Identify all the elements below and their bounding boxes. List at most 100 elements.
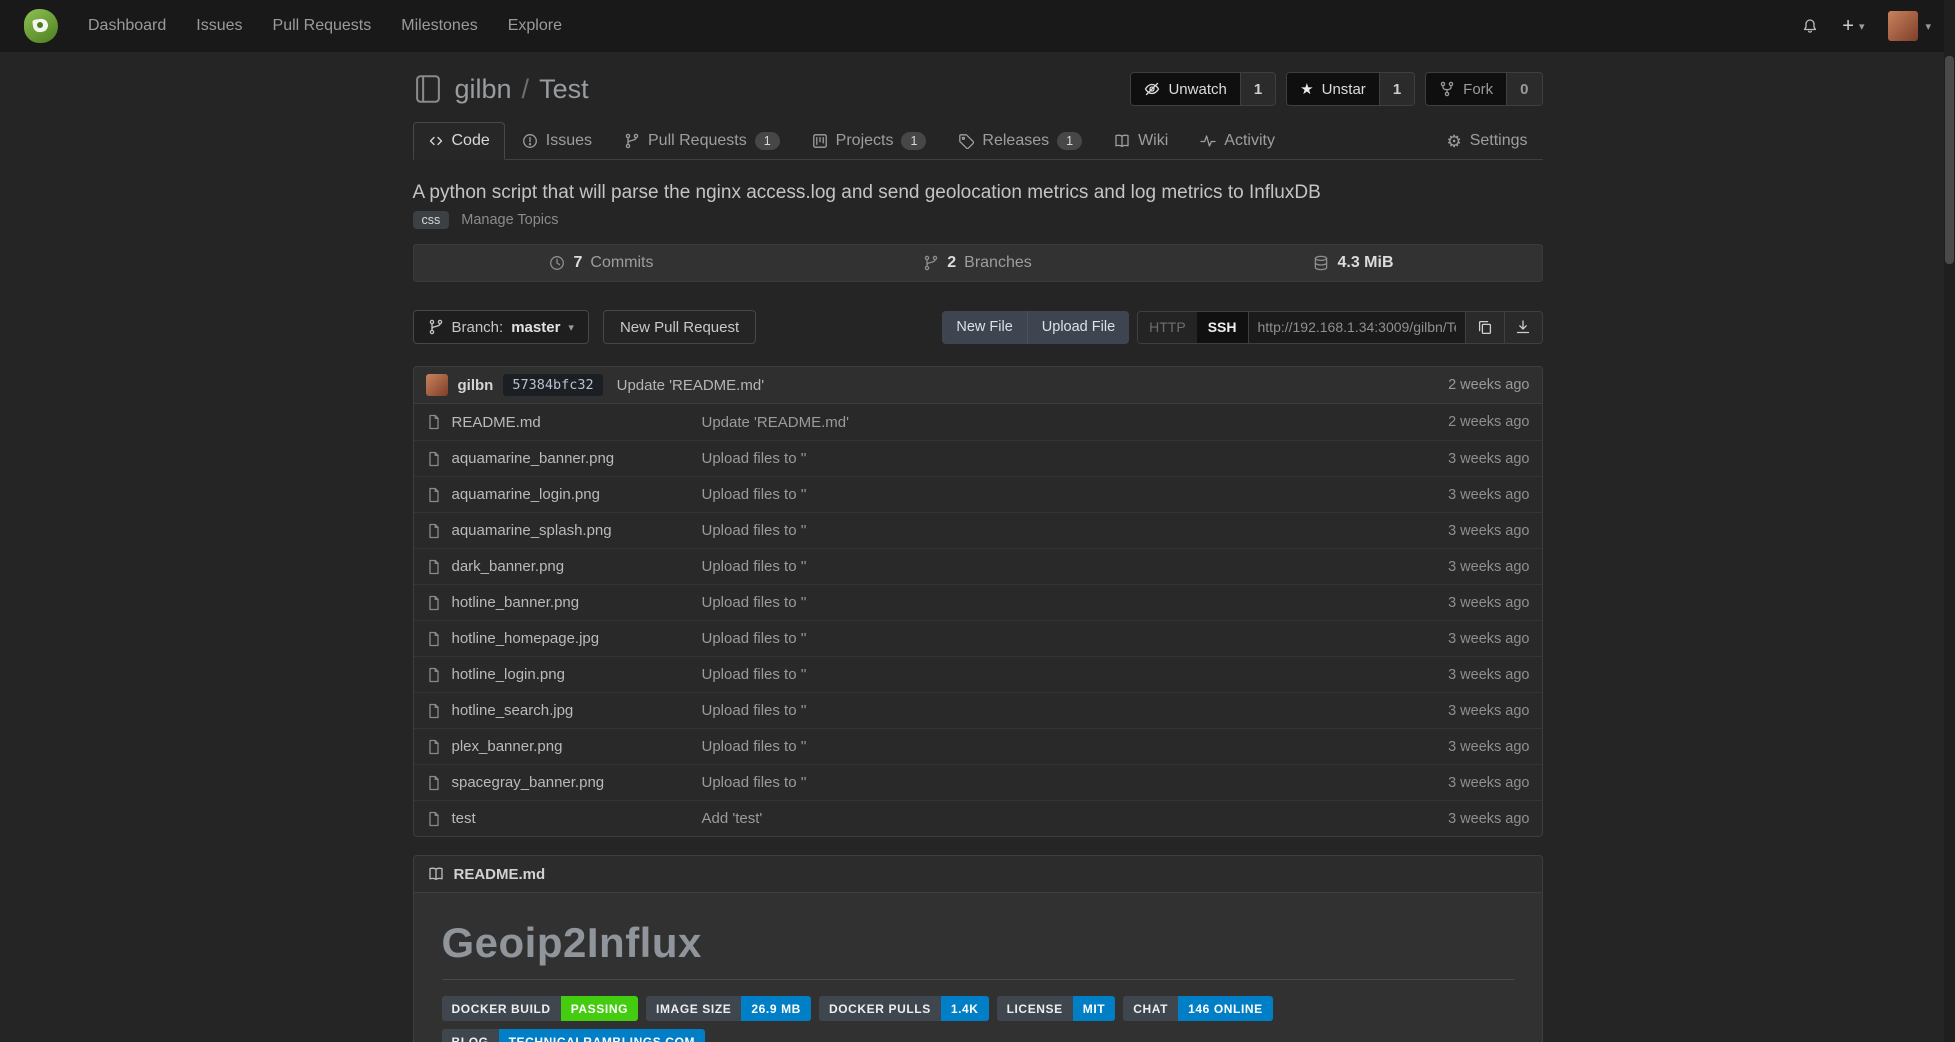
ssh-toggle[interactable]: SSH xyxy=(1197,312,1248,343)
file-link[interactable]: spacegray_banner.png xyxy=(452,774,605,791)
new-file-button[interactable]: New File xyxy=(942,311,1026,344)
forks-count[interactable]: 0 xyxy=(1506,73,1541,105)
eye-slash-icon xyxy=(1144,81,1160,97)
badge-label: LICENSE xyxy=(997,996,1073,1021)
nav-issues[interactable]: Issues xyxy=(196,17,242,35)
http-toggle[interactable]: HTTP xyxy=(1138,312,1197,343)
badge-label: DOCKER BUILD xyxy=(442,996,561,1021)
repo-owner-link[interactable]: gilbn xyxy=(455,74,512,105)
tab-pull-requests[interactable]: Pull Requests 1 xyxy=(609,122,795,160)
docker-pulls-badge[interactable]: DOCKER PULLS 1.4K xyxy=(819,996,989,1021)
file-link[interactable]: hotline_login.png xyxy=(452,666,565,683)
file-link[interactable]: aquamarine_banner.png xyxy=(452,450,615,467)
file-commit-message[interactable]: Update 'README.md' xyxy=(702,414,1449,431)
file-commit-message[interactable]: Upload files to '' xyxy=(702,486,1449,503)
file-link[interactable]: hotline_search.jpg xyxy=(452,702,574,719)
create-new-dropdown[interactable]: + ▾ xyxy=(1842,15,1864,38)
file-commit-message[interactable]: Upload files to '' xyxy=(702,594,1449,611)
tab-projects[interactable]: Projects 1 xyxy=(797,122,942,160)
clone-url-input[interactable] xyxy=(1248,312,1466,343)
user-menu-dropdown[interactable]: ▾ xyxy=(1888,11,1931,41)
file-link[interactable]: test xyxy=(452,810,476,827)
nav-pull-requests[interactable]: Pull Requests xyxy=(273,17,372,35)
branch-label: Branch: xyxy=(452,319,504,336)
file-link[interactable]: README.md xyxy=(452,414,541,431)
download-icon xyxy=(1515,319,1531,335)
file-commit-message[interactable]: Upload files to '' xyxy=(702,522,1449,539)
nav-dashboard[interactable]: Dashboard xyxy=(88,17,166,35)
watch-button-group: Unwatch 1 xyxy=(1130,72,1276,106)
file-link[interactable]: plex_banner.png xyxy=(452,738,563,755)
chat-badge[interactable]: CHAT 146 ONLINE xyxy=(1123,996,1273,1021)
stars-count[interactable]: 1 xyxy=(1379,73,1414,105)
commit-author-link[interactable]: gilbn xyxy=(458,377,494,394)
chevron-down-icon: ▾ xyxy=(568,321,574,334)
repo-name-link[interactable]: Test xyxy=(539,74,589,105)
tab-code[interactable]: Code xyxy=(413,122,505,160)
scrollbar-track[interactable] xyxy=(1944,0,1955,1042)
repo-title: gilbn / Test xyxy=(455,74,589,105)
file-commit-message[interactable]: Upload files to '' xyxy=(702,630,1449,647)
file-link[interactable]: aquamarine_login.png xyxy=(452,486,600,503)
tab-activity[interactable]: Activity xyxy=(1185,122,1290,160)
badge-row: BLOG TECHNICALRAMBLINGS.COM xyxy=(442,1029,1514,1042)
tab-settings-label: Settings xyxy=(1470,132,1528,150)
nav-explore[interactable]: Explore xyxy=(508,17,562,35)
avatar[interactable] xyxy=(426,374,448,396)
file-commit-message[interactable]: Upload files to '' xyxy=(702,774,1449,791)
new-pull-request-button[interactable]: New Pull Request xyxy=(603,310,756,344)
file-icon xyxy=(426,414,442,430)
file-commit-message[interactable]: Upload files to '' xyxy=(702,738,1449,755)
gitea-logo-icon[interactable] xyxy=(24,9,58,43)
table-row: aquamarine_login.png Upload files to '' … xyxy=(414,476,1542,512)
docker-build-badge[interactable]: DOCKER BUILD PASSING xyxy=(442,996,639,1021)
unwatch-button[interactable]: Unwatch xyxy=(1131,73,1239,105)
branch-selector[interactable]: Branch: master ▾ xyxy=(413,310,589,344)
scrollbar-thumb[interactable] xyxy=(1945,56,1954,264)
license-badge[interactable]: LICENSE MIT xyxy=(997,996,1116,1021)
branch-icon xyxy=(428,319,444,335)
repo-stats-bar: 7 Commits 2 Branches 4.3 MiB xyxy=(413,244,1543,282)
branches-stat[interactable]: 2 Branches xyxy=(790,245,1166,281)
commits-stat[interactable]: 7 Commits xyxy=(414,245,790,281)
fork-button[interactable]: Fork xyxy=(1426,73,1506,105)
file-commit-message[interactable]: Add 'test' xyxy=(702,810,1449,827)
badge-label: DOCKER PULLS xyxy=(819,996,941,1021)
file-commit-message[interactable]: Upload files to '' xyxy=(702,558,1449,575)
file-link[interactable]: hotline_banner.png xyxy=(452,594,580,611)
tab-wiki[interactable]: Wiki xyxy=(1099,122,1183,160)
topic-chip-css[interactable]: css xyxy=(413,211,450,229)
commit-message-link[interactable]: Update 'README.md' xyxy=(617,377,764,394)
tab-releases[interactable]: Releases 1 xyxy=(943,122,1097,160)
file-commit-message[interactable]: Upload files to '' xyxy=(702,666,1449,683)
tab-issues-label: Issues xyxy=(546,132,592,150)
blog-badge[interactable]: BLOG TECHNICALRAMBLINGS.COM xyxy=(442,1029,706,1042)
file-link[interactable]: aquamarine_splash.png xyxy=(452,522,612,539)
manage-topics-link[interactable]: Manage Topics xyxy=(461,212,558,228)
file-commit-time: 3 weeks ago xyxy=(1448,523,1529,539)
branch-name: master xyxy=(511,319,560,336)
topics-row: css Manage Topics xyxy=(413,210,1543,230)
tab-issues[interactable]: Issues xyxy=(507,122,607,160)
download-button[interactable] xyxy=(1504,312,1542,343)
file-commit-message[interactable]: Upload files to '' xyxy=(702,450,1449,467)
image-size-badge[interactable]: IMAGE SIZE 26.9 MB xyxy=(646,996,811,1021)
tab-releases-label: Releases xyxy=(982,132,1049,150)
notifications-bell-icon[interactable] xyxy=(1802,18,1818,34)
size-stat[interactable]: 4.3 MiB xyxy=(1166,245,1542,281)
file-link[interactable]: dark_banner.png xyxy=(452,558,565,575)
copy-icon xyxy=(1477,319,1493,335)
tab-settings[interactable]: ⚙ Settings xyxy=(1431,122,1542,160)
table-row: README.md Update 'README.md' 2 weeks ago xyxy=(414,404,1542,440)
file-link[interactable]: hotline_homepage.jpg xyxy=(452,630,600,647)
watchers-count[interactable]: 1 xyxy=(1240,73,1275,105)
file-icon xyxy=(426,775,442,791)
clock-icon xyxy=(549,255,565,271)
avatar[interactable] xyxy=(1888,11,1918,41)
unstar-button[interactable]: ★ Unstar xyxy=(1287,73,1379,105)
nav-milestones[interactable]: Milestones xyxy=(401,17,477,35)
upload-file-button[interactable]: Upload File xyxy=(1027,311,1129,344)
file-commit-message[interactable]: Upload files to '' xyxy=(702,702,1449,719)
commit-hash-link[interactable]: 57384bfc32 xyxy=(503,374,602,396)
copy-url-button[interactable] xyxy=(1466,312,1504,343)
